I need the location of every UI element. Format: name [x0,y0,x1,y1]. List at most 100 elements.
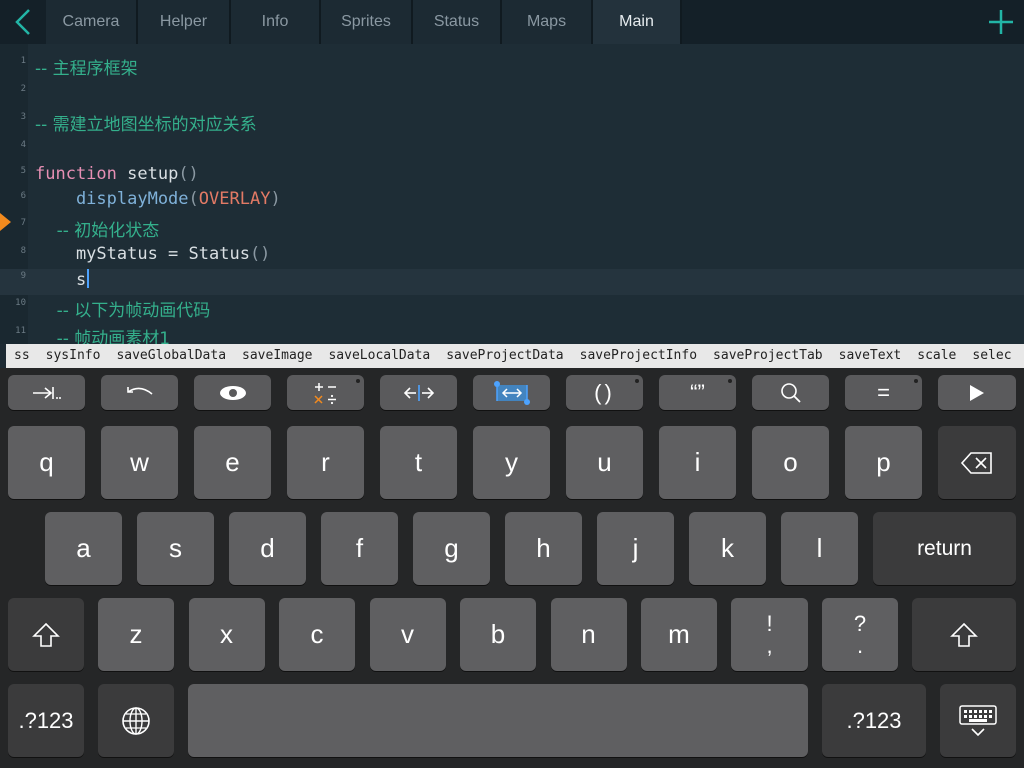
key-v[interactable]: v [369,598,446,671]
code-line[interactable]: 1 -- 主程序框架 [0,54,1024,80]
key-w[interactable]: w [101,426,178,499]
selection-key[interactable] [473,375,550,410]
return-key[interactable]: return [873,512,1016,585]
autocomplete-bar: ss sysInfo saveGlobalData saveImage saveLoca… [6,344,1024,368]
shift-key-left[interactable] [8,598,84,671]
code-line[interactable]: 10 -- 以下为帧动画代码 [0,296,1024,322]
exclamation-comma-key[interactable]: !, [731,598,808,671]
tab-helper[interactable]: Helper [138,0,231,44]
numbers-key-left[interactable]: .?123 [8,684,84,757]
search-key[interactable] [752,375,829,410]
key-a[interactable]: a [45,512,122,585]
autocomplete-suggestion[interactable]: saveProjectTab [705,344,831,368]
code-line[interactable]: 3 -- 需建立地图坐标的对应关系 [0,110,1024,136]
key-l[interactable]: l [781,512,858,585]
code-editor[interactable]: 1 -- 主程序框架 2 3 -- 需建立地图坐标的对应关系 4 5 function set… [0,44,1024,344]
math-operators-key[interactable] [287,375,364,410]
code-token: -- 初始化状态 [35,221,160,241]
autocomplete-suggestion[interactable]: saveLocalData [320,344,438,368]
key-r[interactable]: r [287,426,364,499]
tab-maps[interactable]: Maps [502,0,593,44]
run-key[interactable] [938,375,1016,410]
backspace-icon [960,451,992,474]
key-g[interactable]: g [413,512,490,585]
key-label: g [444,533,459,563]
tab-indent-icon [32,386,61,399]
key-d[interactable]: d [229,512,306,585]
back-button[interactable] [0,0,46,44]
question-period-key[interactable]: ?. [822,598,898,671]
return-label: return [917,536,972,560]
key-e[interactable]: e [194,426,271,499]
key-t[interactable]: t [380,426,457,499]
key-h[interactable]: h [505,512,582,585]
key-p[interactable]: p [845,426,922,499]
code-line[interactable]: 4 [0,138,1024,164]
key-x[interactable]: x [188,598,265,671]
key-y[interactable]: y [473,426,550,499]
key-q[interactable]: q [8,426,85,499]
tab-main[interactable]: Main [593,0,682,44]
key-o[interactable]: o [752,426,829,499]
plus-icon [989,10,1013,34]
key-n[interactable]: n [550,598,627,671]
tab-status[interactable]: Status [413,0,502,44]
backspace-key[interactable] [938,426,1016,499]
line-number: 11 [15,326,26,336]
key-c[interactable]: c [279,598,355,671]
code-line[interactable]: 7 -- 初始化状态 [0,216,1024,242]
code-line[interactable]: 11 -- 帧动画素材1 [0,324,1024,344]
tab-key[interactable] [8,375,85,410]
key-s[interactable]: s [137,512,214,585]
autocomplete-suggestion[interactable]: saveProjectInfo [572,344,705,368]
breakpoint-marker-icon[interactable] [0,213,12,231]
key-b[interactable]: b [460,598,536,671]
key-f[interactable]: f [321,512,398,585]
autocomplete-suggestion[interactable]: saveGlobalData [108,344,234,368]
parentheses-label: () [594,379,615,405]
long-press-indicator [914,379,918,383]
code-line[interactable]: 6 displayMode(OVERLAY) [0,189,1024,215]
autocomplete-suggestion[interactable]: selec [964,344,1019,368]
tab-info[interactable]: Info [231,0,321,44]
key-label: x [220,619,233,649]
key-m[interactable]: m [641,598,717,671]
quotes-key[interactable]: “” [659,375,736,410]
parentheses-key[interactable]: () [566,375,643,410]
hide-keyboard-key[interactable] [940,684,1016,757]
code-token: displayMode [35,189,189,209]
autocomplete-suggestion[interactable]: saveImage [234,344,320,368]
autocomplete-suggestion[interactable]: saveText [831,344,910,368]
play-icon [970,384,984,401]
tab-camera[interactable]: Camera [46,0,138,44]
preview-key[interactable] [194,375,271,410]
code-line[interactable]: 5 function setup() [0,164,1024,190]
key-i[interactable]: i [659,426,736,499]
shift-key-right[interactable] [912,598,1016,671]
cursor-move-key[interactable] [380,375,457,410]
equals-key[interactable]: = [845,375,922,410]
autocomplete-suggestion[interactable]: ss [6,344,38,368]
code-line[interactable]: 2 [0,82,1024,108]
key-u[interactable]: u [566,426,643,499]
code-token: () [178,164,199,184]
key-z[interactable]: z [98,598,174,671]
tab-sprites[interactable]: Sprites [321,0,413,44]
autocomplete-suggestion[interactable]: scale [909,344,964,368]
key-label: l [816,533,823,563]
key-k[interactable]: k [689,512,766,585]
tab-label: Sprites [341,13,391,30]
code-line[interactable]: 8 myStatus = Status() [0,244,1024,270]
autocomplete-suggestion[interactable]: saveProjectData [438,344,571,368]
globe-key[interactable] [98,684,174,757]
code-text: -- 需建立地图坐标的对应关系 [35,110,257,135]
code-token: -- 主程序框架 [35,59,138,79]
key-j[interactable]: j [597,512,674,585]
space-key[interactable] [188,684,808,757]
code-line[interactable]: 9 s [0,269,1024,295]
line-number: 10 [15,298,26,308]
add-tab-button[interactable] [978,0,1024,44]
autocomplete-suggestion[interactable]: sysInfo [38,344,109,368]
undo-key[interactable] [101,375,178,410]
numbers-key-right[interactable]: .?123 [822,684,926,757]
